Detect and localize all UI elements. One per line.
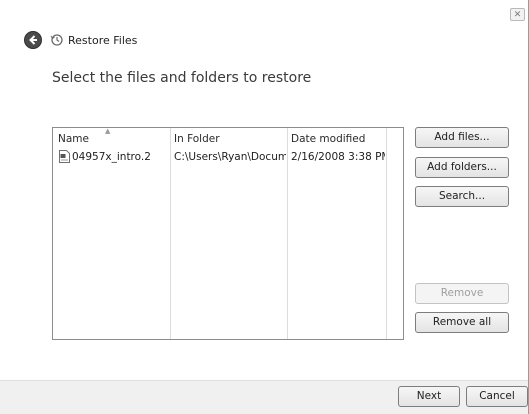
restore-files-icon: [50, 34, 63, 46]
remove-all-button[interactable]: Remove all: [415, 312, 509, 333]
footer-bar: Next Cancel: [0, 380, 528, 414]
add-folders-button[interactable]: Add folders...: [415, 157, 509, 178]
column-header-date-modified[interactable]: Date modified: [291, 133, 365, 145]
column-header-in-folder[interactable]: In Folder: [174, 133, 220, 145]
page-title: Restore Files: [68, 34, 138, 47]
restore-files-window: ✕ Restore Files Select the files and fol…: [0, 0, 529, 414]
add-files-button[interactable]: Add files...: [415, 127, 509, 148]
remove-button[interactable]: Remove: [415, 283, 509, 304]
document-icon: [59, 150, 70, 163]
sort-ascending-icon: ▲: [105, 127, 111, 135]
folder-cell: C:\Users\Ryan\Docum...: [174, 151, 286, 163]
date-modified-cell: 2/16/2008 3:38 PM: [291, 151, 385, 163]
search-button[interactable]: Search...: [415, 186, 509, 207]
next-button[interactable]: Next: [398, 386, 460, 407]
close-button[interactable]: ✕: [510, 8, 525, 21]
instruction-heading: Select the files and folders to restore: [52, 70, 312, 86]
back-button[interactable]: [24, 31, 42, 49]
file-name-cell: 04957x_intro.2: [72, 151, 151, 163]
column-header-name[interactable]: Name: [58, 133, 89, 145]
cancel-button[interactable]: Cancel: [466, 386, 528, 407]
back-arrow-icon: [29, 35, 37, 45]
files-list[interactable]: ▲ Name In Folder Date modified 04957x_in…: [52, 127, 404, 340]
list-header: ▲ Name In Folder Date modified: [53, 127, 403, 148]
table-row[interactable]: 04957x_intro.2 C:\Users\Ryan\Docum... 2/…: [53, 148, 403, 165]
close-icon: ✕: [513, 10, 522, 20]
